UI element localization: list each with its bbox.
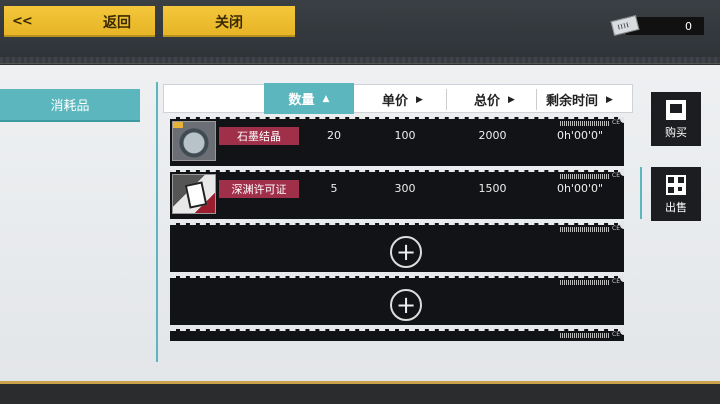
back-label: 返回: [103, 14, 131, 31]
empty-slot[interactable]: CE +: [170, 221, 624, 272]
category-tab-consumables[interactable]: 消耗品: [0, 89, 140, 122]
item-name: 石墨结晶: [219, 127, 299, 145]
ce-mark: CE: [612, 278, 620, 285]
barcode-decoration: [560, 280, 610, 285]
add-listing-plus-icon[interactable]: +: [390, 236, 422, 268]
ce-mark: CE: [612, 225, 620, 232]
ce-mark: CE: [612, 331, 620, 338]
left-divider: [156, 82, 158, 362]
empty-slot[interactable]: CE +: [170, 327, 624, 341]
back-chevron-icon: <<: [12, 14, 33, 29]
header-divider: [536, 89, 537, 110]
sell-button[interactable]: 出售: [651, 167, 701, 221]
currency-display: 0: [610, 14, 704, 36]
item-quantity: 5: [330, 182, 338, 195]
item-name: 深渊许可证: [219, 180, 299, 198]
bottom-bar: [0, 381, 720, 404]
qr-code-icon: [666, 175, 686, 195]
top-bar: << 返回 关闭 0: [0, 0, 720, 64]
graphite-crystal-icon: [172, 121, 216, 161]
barcode-decoration: [560, 174, 610, 179]
sort-right-icon: ▶: [508, 94, 515, 105]
listing-list[interactable]: CE 石墨结晶 20 100 2000 0h'00'0" CE 深渊许可证 5 …: [170, 117, 624, 341]
item-unit-price: 100: [394, 129, 416, 142]
close-button[interactable]: 关闭: [163, 6, 295, 37]
sell-label: 出售: [665, 201, 687, 214]
sort-right-icon: ▶: [606, 94, 613, 105]
listing-row[interactable]: CE 深渊许可证 5 300 1500 0h'00'0": [170, 168, 624, 219]
item-total-price: 2000: [478, 129, 507, 142]
buy-label: 购买: [665, 126, 687, 139]
buy-button[interactable]: 购买: [651, 92, 701, 146]
barcode-decoration: [560, 333, 610, 338]
item-remaining-time: 0h'00'0": [556, 129, 604, 142]
header-divider: [446, 89, 447, 110]
category-label: 消耗品: [50, 99, 90, 114]
back-button[interactable]: << 返回: [4, 6, 155, 37]
barcode-decoration: [560, 227, 610, 232]
listing-row[interactable]: CE 石墨结晶 20 100 2000 0h'00'0": [170, 117, 624, 166]
close-label: 关闭: [215, 14, 243, 31]
empty-slot[interactable]: CE +: [170, 274, 624, 325]
sort-by-total-price[interactable]: 总价 ▶: [474, 85, 515, 114]
sort-by-remaining-time[interactable]: 剩余时间 ▶: [546, 85, 613, 114]
sort-right-icon: ▶: [416, 94, 423, 105]
sort-up-icon: ▲: [322, 93, 330, 104]
barcode-decoration: [560, 121, 610, 126]
monitor-icon: [666, 100, 686, 120]
ce-mark: CE: [612, 172, 620, 179]
item-total-price: 1500: [478, 182, 507, 195]
sort-by-quantity[interactable]: 数量 ▲: [264, 83, 354, 114]
item-unit-price: 300: [394, 182, 416, 195]
item-remaining-time: 0h'00'0": [556, 182, 604, 195]
abyss-permit-icon: [172, 174, 216, 214]
item-quantity: 20: [327, 129, 341, 142]
sell-active-indicator: [640, 167, 642, 219]
sort-by-unit-price[interactable]: 单价 ▶: [382, 85, 423, 114]
ce-mark: CE: [612, 119, 620, 126]
add-listing-plus-icon[interactable]: +: [390, 289, 422, 321]
sort-header: 数量 ▲ 单价 ▶ 总价 ▶ 剩余时间 ▶: [163, 83, 633, 114]
